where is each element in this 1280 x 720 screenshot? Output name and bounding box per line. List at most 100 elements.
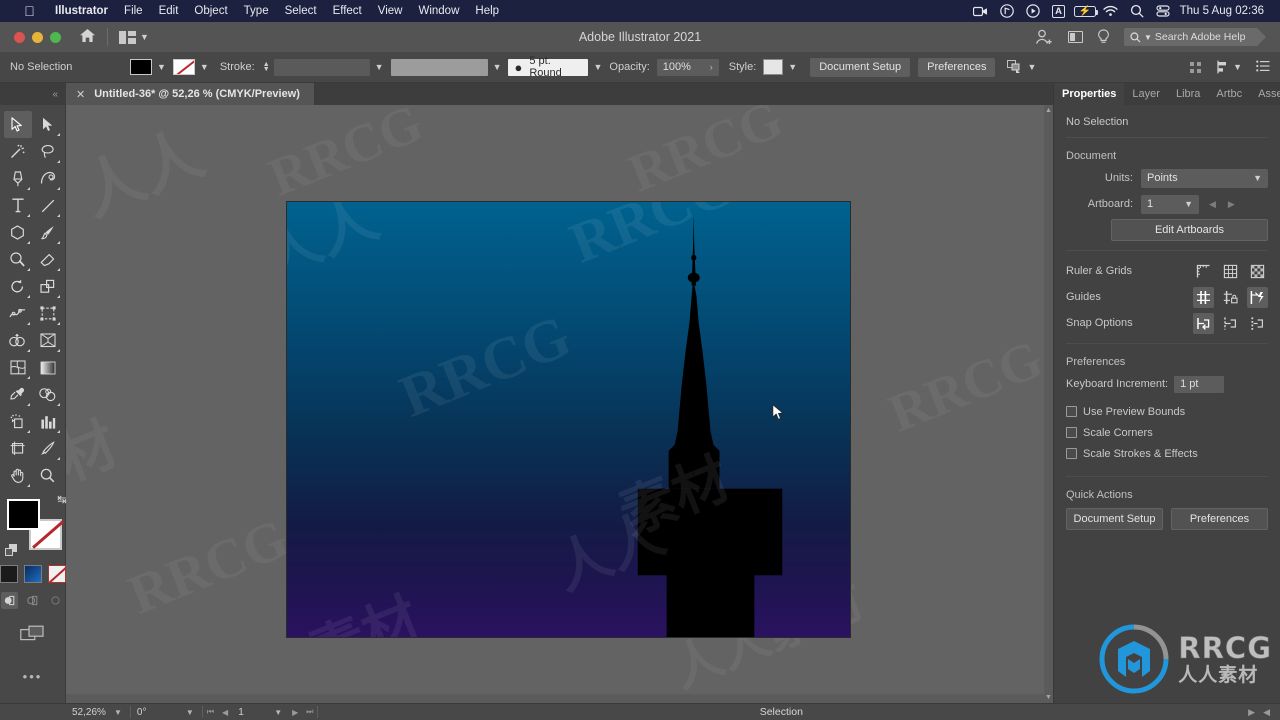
align-objects-icon[interactable]: ▼ [1215,60,1242,74]
chevron-down-icon[interactable]: ▼ [493,62,502,72]
gradient-fill-button[interactable] [23,565,42,583]
blend-tool[interactable] [34,381,62,408]
show-guides-icon[interactable] [1193,286,1214,308]
screen-mode-icon[interactable] [19,625,46,649]
draw-normal-mode-button[interactable] [1,592,18,609]
control-center-icon[interactable] [1150,0,1176,22]
show-rulers-icon[interactable] [1193,261,1214,282]
menu-illustrator[interactable]: Illustrator [47,0,116,22]
perspective-grid-tool[interactable] [34,327,62,354]
snap-to-grid-icon[interactable] [1220,313,1241,334]
snap-to-pixel-icon[interactable] [1247,313,1268,334]
play-circle-icon[interactable] [1020,0,1046,22]
screen-record-icon[interactable] [968,0,994,22]
preferences-button[interactable]: Preferences [918,57,996,77]
panel-menu-icon[interactable] [1256,60,1270,75]
menu-object[interactable]: Object [186,0,235,22]
stroke-profile-dropdown[interactable] [390,58,488,76]
tab-layers[interactable]: Layer [1124,83,1168,105]
type-tool[interactable] [4,192,32,219]
rectangle-tool[interactable] [4,219,32,246]
eraser-tool[interactable] [34,246,62,273]
arrange-documents-icon[interactable]: ▼ [119,30,149,44]
prev-artboard-icon[interactable]: ◀ [218,708,232,717]
canvas-workspace[interactable]: 人人 RRCG RRCG RRCG 材 RRCG 人人素材 人人 RRCG [66,105,1053,703]
width-tool[interactable] [4,300,32,327]
direct-selection-tool[interactable] [34,111,62,138]
home-icon[interactable] [79,28,96,46]
line-segment-tool[interactable] [34,192,62,219]
use-preview-bounds-checkbox[interactable]: Use Preview Bounds [1066,401,1268,422]
menu-help[interactable]: Help [467,0,507,22]
zoom-button[interactable] [50,31,61,43]
chevron-down-icon[interactable]: ▼ [114,708,130,717]
draw-inside-mode-button[interactable] [47,592,64,609]
next-artboard-icon[interactable]: ▶ [1228,199,1235,210]
artboard-dropdown[interactable]: 1 ▼ [1141,194,1199,214]
close-tab-icon[interactable]: ✕ [76,88,85,101]
lock-guides-icon[interactable] [1220,287,1241,308]
stroke-weight-input[interactable] [273,58,370,76]
wifi-icon[interactable] [1098,0,1124,22]
show-grid-icon[interactable] [1220,261,1241,282]
column-graph-tool[interactable] [34,408,62,435]
eyedropper-tool[interactable] [4,381,32,408]
horizontal-scrollbar[interactable] [66,694,1044,703]
menu-select[interactable]: Select [277,0,325,22]
default-fill-stroke-icon[interactable] [4,544,18,557]
zoom-level-input[interactable]: 52,26% [66,704,114,720]
show-transparency-grid-icon[interactable] [1247,261,1268,282]
fill-color-swatch[interactable] [130,59,152,75]
keyboard-increment-input[interactable]: 1 pt [1174,375,1225,393]
apple-logo-icon[interactable]:  [22,4,37,18]
scroll-up-arrow[interactable]: ▲ [1044,107,1053,114]
paintbrush-tool[interactable] [34,219,62,246]
workspace-switcher-icon[interactable] [1068,31,1083,43]
quick-document-setup-button[interactable]: Document Setup [1066,508,1163,530]
document-setup-button[interactable]: Document Setup [810,57,911,77]
tab-assets[interactable]: Asse [1250,83,1280,105]
opacity-input[interactable]: 100% › [656,58,719,76]
menu-edit[interactable]: Edit [151,0,187,22]
shaper-tool[interactable] [4,246,32,273]
fill-color-box[interactable] [6,499,40,530]
more-options-icon[interactable] [1190,61,1202,73]
document-tab[interactable]: ✕ Untitled-36* @ 52,26 % (CMYK/Preview) [66,83,315,105]
close-button[interactable] [14,31,25,43]
tab-libraries[interactable]: Libra [1168,83,1208,105]
pen-tool[interactable] [4,165,32,192]
artboard-number-input[interactable]: 1 [232,704,274,720]
zoom-tool[interactable] [34,462,62,489]
magic-wand-tool[interactable] [4,138,32,165]
next-artboard-icon[interactable]: ▶ [288,708,302,717]
menu-window[interactable]: Window [410,0,467,22]
chevron-down-icon[interactable]: ▼ [593,62,602,72]
artboard[interactable]: 人人 RRCG RRCG 素材 人人 素材 [286,201,851,638]
search-adobe-help-input[interactable]: ▼ Search Adobe Help [1124,28,1266,46]
curvature-tool[interactable] [34,165,62,192]
chevron-down-icon[interactable]: ▼ [186,708,202,717]
chevron-down-icon[interactable]: ▼ [200,62,209,72]
color-fill-button[interactable] [0,565,18,583]
chevron-down-icon[interactable]: ▼ [157,62,166,72]
smart-guides-icon[interactable] [1247,286,1268,308]
units-dropdown[interactable]: Points ▼ [1141,168,1268,188]
first-artboard-icon[interactable]: ⏮ [203,707,218,717]
music-app-icon[interactable] [994,0,1020,22]
input-source-a-icon[interactable]: A [1046,0,1072,22]
menu-file[interactable]: File [116,0,151,22]
graphic-style-swatch[interactable] [763,59,784,75]
rotate-view-input[interactable]: 0° [131,704,186,720]
mesh-tool[interactable] [4,354,32,381]
arrange-icon[interactable]: ▼ [1007,60,1036,74]
collapse-panel-icon[interactable]: « [0,83,66,105]
lightbulb-icon[interactable] [1097,29,1110,45]
shape-builder-tool[interactable] [4,327,32,354]
quick-preferences-button[interactable]: Preferences [1171,508,1268,530]
snap-to-point-icon[interactable] [1193,312,1214,334]
draw-behind-mode-button[interactable] [24,592,41,609]
none-fill-button[interactable] [47,565,66,583]
menu-type[interactable]: Type [236,0,277,22]
stroke-weight-stepper[interactable]: ▲ ▼ [263,61,270,73]
symbol-sprayer-tool[interactable] [4,408,32,435]
